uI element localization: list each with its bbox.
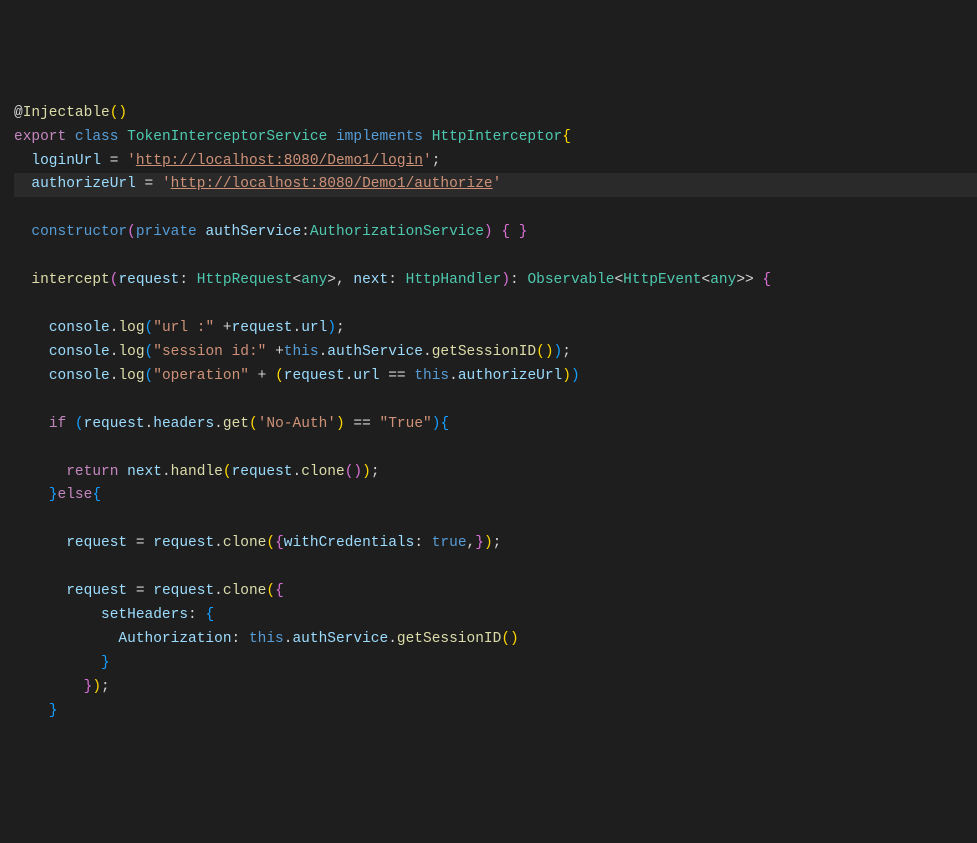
decorator-name: Injectable <box>23 105 110 121</box>
prop-url: url <box>301 320 327 336</box>
type-any: any <box>710 272 736 288</box>
interface-name: HttpInterceptor <box>432 129 563 145</box>
keyword-this: this <box>249 631 284 647</box>
var-request: request <box>66 583 127 599</box>
param-next: next <box>353 272 388 288</box>
keyword-if: if <box>49 416 66 432</box>
console: console <box>49 368 110 384</box>
method-intercept: intercept <box>31 272 109 288</box>
var-request: request <box>66 535 127 551</box>
prop-setHeaders: setHeaders <box>101 607 188 623</box>
property-loginUrl: loginUrl <box>31 153 101 169</box>
console: console <box>49 320 110 336</box>
code-line: request = request.clone({ <box>14 580 977 604</box>
console: console <box>49 344 110 360</box>
var-request: request <box>153 583 214 599</box>
code-line <box>14 389 977 413</box>
code-line: Authorization: this.authService.getSessi… <box>14 628 977 652</box>
code-line: loginUrl = 'http://localhost:8080/Demo1/… <box>14 150 977 174</box>
code-line: } <box>14 652 977 676</box>
url-literal: http://localhost:8080/Demo1/login <box>136 153 423 169</box>
code-line: @Injectable() <box>14 102 977 126</box>
class-name: TokenInterceptorService <box>127 129 327 145</box>
method-log: log <box>118 344 144 360</box>
decorator-at: @ <box>14 105 23 121</box>
code-line: } <box>14 700 977 724</box>
code-line <box>14 437 977 461</box>
string-literal: "True" <box>380 416 432 432</box>
var-request: request <box>232 464 293 480</box>
method-handle: handle <box>171 464 223 480</box>
type-Observable: Observable <box>527 272 614 288</box>
keyword-true: true <box>432 535 467 551</box>
prop-url: url <box>353 368 379 384</box>
code-line-active: authorizeUrl = 'http://localhost:8080/De… <box>14 173 977 197</box>
prop-authorizeUrl: authorizeUrl <box>458 368 562 384</box>
method-getSessionID: getSessionID <box>397 631 501 647</box>
keyword-return: return <box>66 464 118 480</box>
code-line <box>14 197 977 221</box>
code-line: export class TokenInterceptorService imp… <box>14 126 977 150</box>
keyword-this: this <box>284 344 319 360</box>
keyword-else: else <box>58 487 93 503</box>
string-literal: "operation" <box>153 368 249 384</box>
code-line <box>14 508 977 532</box>
type-any: any <box>301 272 327 288</box>
var-request: request <box>153 535 214 551</box>
var-request: request <box>232 320 293 336</box>
code-line: if (request.headers.get('No-Auth') == "T… <box>14 413 977 437</box>
method-clone: clone <box>301 464 345 480</box>
method-clone: clone <box>223 583 267 599</box>
keyword-private: private <box>136 224 197 240</box>
type-HttpEvent: HttpEvent <box>623 272 701 288</box>
prop-authService: authService <box>327 344 423 360</box>
var-next: next <box>127 464 162 480</box>
code-line: }else{ <box>14 484 977 508</box>
url-literal: http://localhost:8080/Demo1/authorize <box>171 176 493 192</box>
prop-Authorization: Authorization <box>118 631 231 647</box>
var-request: request <box>284 368 345 384</box>
string-literal: 'No-Auth' <box>258 416 336 432</box>
prop-authService: authService <box>292 631 388 647</box>
type-HttpRequest: HttpRequest <box>197 272 293 288</box>
method-clone: clone <box>223 535 267 551</box>
code-line <box>14 245 977 269</box>
code-line: return next.handle(request.clone()); <box>14 461 977 485</box>
code-line: constructor(private authService:Authoriz… <box>14 221 977 245</box>
code-line <box>14 293 977 317</box>
type-AuthorizationService: AuthorizationService <box>310 224 484 240</box>
code-line: request = request.clone({withCredentials… <box>14 532 977 556</box>
method-log: log <box>118 320 144 336</box>
param-request: request <box>118 272 179 288</box>
code-line: console.log("operation" + (request.url =… <box>14 365 977 389</box>
keyword-export: export <box>14 129 66 145</box>
method-get: get <box>223 416 249 432</box>
code-line: intercept(request: HttpRequest<any>, nex… <box>14 269 977 293</box>
keyword-class: class <box>75 129 119 145</box>
string-literal: "url :" <box>153 320 214 336</box>
method-log: log <box>118 368 144 384</box>
string-literal: "session id:" <box>153 344 266 360</box>
code-line: console.log("session id:" +this.authServ… <box>14 341 977 365</box>
code-line: console.log("url :" +request.url); <box>14 317 977 341</box>
var-request: request <box>84 416 145 432</box>
method-getSessionID: getSessionID <box>432 344 536 360</box>
keyword-constructor: constructor <box>31 224 127 240</box>
prop-headers: headers <box>153 416 214 432</box>
prop-withCredentials: withCredentials <box>284 535 415 551</box>
code-line: setHeaders: { <box>14 604 977 628</box>
keyword-implements: implements <box>336 129 423 145</box>
code-line: }); <box>14 676 977 700</box>
keyword-this: this <box>414 368 449 384</box>
property-authorizeUrl: authorizeUrl <box>31 176 135 192</box>
param-authService: authService <box>205 224 301 240</box>
type-HttpHandler: HttpHandler <box>406 272 502 288</box>
code-line <box>14 556 977 580</box>
code-editor[interactable]: @Injectable()export class TokenIntercept… <box>14 102 977 724</box>
